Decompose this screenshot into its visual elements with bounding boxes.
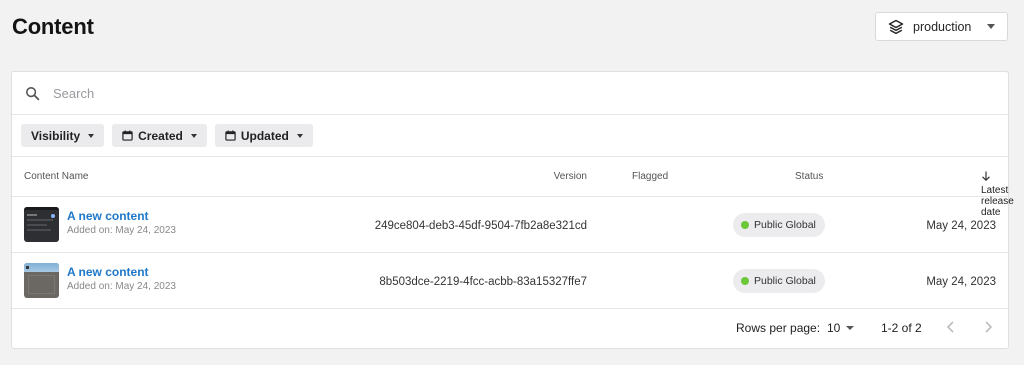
latest-release-date: May 24, 2023 [926, 276, 996, 288]
column-header-latest-release-date[interactable]: Latest release date [981, 171, 1014, 218]
content-thumbnail [24, 207, 59, 242]
rows-per-page-select[interactable]: 10 [827, 321, 855, 335]
filter-visibility[interactable]: Visibility [21, 124, 105, 147]
status-badge: Public Global [733, 269, 825, 293]
chevron-down-icon [88, 133, 95, 138]
rows-per-page-label: Rows per page: [736, 321, 821, 335]
environment-select[interactable]: production [875, 12, 1008, 41]
table-header: Content Name Version Flagged Status Late… [12, 157, 1014, 218]
content-version: 249ce804-deb3-45df-9504-7fb2a8e321cd [374, 220, 587, 232]
filter-created[interactable]: Created [112, 124, 207, 147]
search-icon [25, 86, 40, 100]
chevron-down-icon [190, 133, 197, 138]
chevron-right-icon[interactable] [980, 319, 996, 335]
filter-label: Updated [240, 128, 289, 143]
pagination: Rows per page: 10 1-2 of 2 [12, 309, 1008, 347]
column-header-content-name[interactable]: Content Name [24, 171, 88, 182]
status-badge: Public Global [733, 213, 825, 237]
chevron-down-icon [987, 24, 995, 29]
content-table-card: Visibility Created Updated Cont [11, 71, 1014, 349]
chevron-down-icon [846, 326, 855, 330]
calendar-icon [122, 130, 133, 141]
search-input[interactable] [53, 85, 653, 101]
table-row[interactable]: A new content Added on: May 24, 2023 8b5… [12, 253, 1008, 309]
status-label: Public Global [754, 275, 816, 287]
status-label: Public Global [754, 219, 816, 231]
filter-updated[interactable]: Updated [214, 124, 313, 147]
pagination-range: 1-2 of 2 [881, 321, 922, 335]
column-header-status[interactable]: Status [795, 171, 823, 182]
latest-release-date: May 24, 2023 [926, 220, 996, 232]
column-header-version[interactable]: Version [554, 171, 587, 182]
rows-per-page-value: 10 [827, 321, 841, 335]
content-version: 8b503dce-2219-4fcc-acbb-83a15327ffe7 [379, 276, 587, 288]
arrow-down-icon [982, 171, 990, 181]
calendar-icon [225, 130, 236, 141]
filter-label: Created [138, 128, 183, 143]
content-added-date: Added on: May 24, 2023 [67, 281, 176, 292]
status-dot-icon [741, 277, 749, 285]
filter-label: Visibility [31, 128, 81, 143]
page-title: Content [12, 14, 94, 39]
filter-bar: Visibility Created Updated [12, 115, 1008, 157]
content-name-link[interactable]: A new content [67, 209, 149, 223]
search-bar [12, 72, 1008, 115]
table-row[interactable]: A new content Added on: May 24, 2023 249… [12, 197, 1008, 253]
status-dot-icon [741, 221, 749, 229]
content-added-date: Added on: May 24, 2023 [67, 225, 176, 236]
layers-icon [888, 19, 904, 34]
content-thumbnail [24, 263, 59, 298]
chevron-left-icon[interactable] [943, 319, 959, 335]
environment-label: production [913, 19, 972, 34]
column-header-flagged[interactable]: Flagged [632, 171, 668, 182]
content-name-link[interactable]: A new content [67, 265, 149, 279]
chevron-down-icon [296, 133, 303, 138]
